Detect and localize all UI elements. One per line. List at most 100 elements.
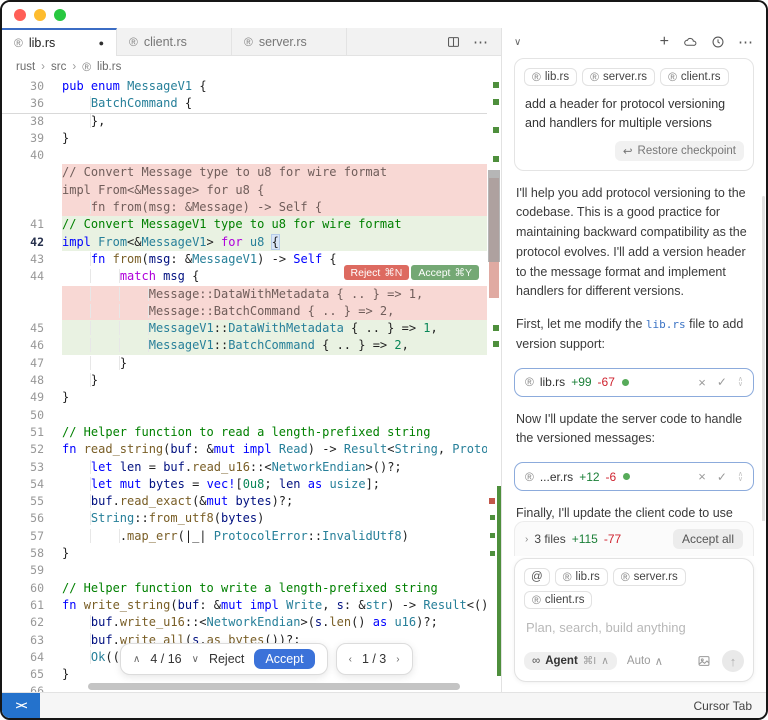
- rust-file-icon: ®: [563, 571, 572, 583]
- zoom-window-button[interactable]: [54, 9, 66, 21]
- chevron-right-icon: ›: [72, 61, 76, 73]
- collapse-chat-icon[interactable]: ∨: [514, 37, 521, 48]
- model-selector[interactable]: Auto ∧: [627, 654, 663, 668]
- close-window-button[interactable]: [14, 9, 26, 21]
- expand-collapse-icon[interactable]: ∧∨: [738, 472, 743, 482]
- file-chip[interactable]: ®server.rs: [582, 68, 655, 86]
- reject-all-button[interactable]: Reject: [209, 652, 244, 666]
- accept-change-button[interactable]: Accept⌘Y: [411, 265, 479, 280]
- agent-mode-selector[interactable]: ∞ Agent ⌘I ∧: [524, 652, 617, 670]
- status-dot-icon: [622, 379, 629, 386]
- chevron-down-icon[interactable]: ∨: [192, 654, 199, 665]
- modified-dot-icon[interactable]: ●: [99, 38, 104, 48]
- reject-file-icon[interactable]: ×: [698, 469, 706, 484]
- pager-left-icon[interactable]: ‹: [349, 654, 352, 665]
- code-line: impl From<&Message> for u8 {: [2, 182, 487, 199]
- split-editor-icon[interactable]: [446, 35, 461, 49]
- new-chat-icon[interactable]: +: [660, 34, 669, 50]
- rust-file-icon: ®: [525, 376, 534, 388]
- code-line: 62 buf.write_u16::<NetworkEndian>(s.len(…: [2, 614, 487, 631]
- send-button[interactable]: ↑: [722, 650, 744, 672]
- code-line: 47 }: [2, 355, 487, 372]
- breadcrumb-dir[interactable]: src: [51, 61, 66, 73]
- cloud-icon[interactable]: [682, 35, 698, 49]
- cursor-tab-status[interactable]: Cursor Tab: [694, 699, 766, 713]
- user-chips: ®lib.rs ®server.rs ®client.rs: [524, 68, 744, 86]
- user-prompt-text: add a header for protocol versioning and…: [525, 95, 743, 133]
- file-chip[interactable]: ®lib.rs: [555, 568, 608, 586]
- breadcrumb-file[interactable]: lib.rs: [97, 61, 121, 73]
- code-line: 46 MessageV1::BatchCommand { .. } => 2,: [2, 337, 487, 354]
- tab-lib-rs[interactable]: ® lib.rs ●: [2, 28, 117, 56]
- file-chip[interactable]: ®lib.rs: [524, 68, 577, 86]
- tab-server-rs[interactable]: ® server.rs: [232, 28, 347, 55]
- chevron-up-icon[interactable]: ∧: [133, 654, 140, 665]
- tab-label: server.rs: [259, 35, 307, 49]
- overview-ruler[interactable]: [487, 78, 501, 692]
- rust-file-icon: ®: [590, 71, 599, 83]
- rust-file-icon: ®: [532, 594, 541, 606]
- tab-label: client.rs: [144, 35, 187, 49]
- expand-files-icon[interactable]: ›: [525, 534, 528, 545]
- reject-change-button[interactable]: Reject⌘N: [344, 265, 410, 280]
- code-line: 57 .map_err(|_| ProtocolError::InvalidUt…: [2, 528, 487, 545]
- code-line: 45 MessageV1::DataWithMetadata { .. } =>…: [2, 320, 487, 337]
- add-context-button[interactable]: @: [524, 568, 550, 586]
- history-icon[interactable]: [711, 35, 725, 49]
- diff-marker: [493, 156, 499, 162]
- file-chip[interactable]: ®client.rs: [524, 591, 592, 609]
- tab-client-rs[interactable]: ® client.rs: [117, 28, 232, 55]
- file-name: lib.rs: [540, 375, 565, 389]
- file-diff-card-lib[interactable]: ® lib.rs +99 -67 × ✓ ∧∨: [514, 368, 754, 397]
- assistant-paragraph: Finally, I'll update the client code to …: [516, 504, 752, 521]
- code-line: 52fn read_string(buf: &mut impl Read) ->…: [2, 441, 487, 458]
- diff-marker: [493, 325, 499, 331]
- lines-added: +99: [571, 375, 591, 389]
- breadcrumb[interactable]: rust › src › ® lib.rs: [2, 56, 501, 78]
- accept-all-button[interactable]: Accept all: [673, 529, 743, 549]
- accept-file-icon[interactable]: ✓: [717, 375, 727, 389]
- code-line: // Convert Message type to u8 for wire f…: [2, 164, 487, 181]
- chat-input-box[interactable]: @ ®lib.rs ®server.rs ®client.rs Plan, sear…: [514, 558, 754, 682]
- code-line: 55 buf.read_exact(&mut bytes)?;: [2, 493, 487, 510]
- reject-file-icon[interactable]: ×: [698, 375, 706, 390]
- file-chip[interactable]: ®server.rs: [613, 568, 686, 586]
- chevron-up-icon: ∧: [655, 654, 663, 668]
- lines-removed: -6: [606, 470, 617, 484]
- code-editor[interactable]: 30pub enum MessageV1 {36 BatchCommand {3…: [2, 78, 501, 692]
- accept-file-icon[interactable]: ✓: [717, 470, 727, 484]
- remote-indicator-icon[interactable]: ><: [2, 693, 40, 718]
- lines-added: +12: [579, 470, 599, 484]
- diff-marker: [493, 341, 499, 347]
- assistant-paragraph: I'll help you add protocol versioning to…: [516, 184, 752, 303]
- attach-image-icon[interactable]: [696, 654, 712, 668]
- chat-more-actions-icon[interactable]: ⋯: [738, 33, 754, 51]
- expand-collapse-icon[interactable]: ∧∨: [738, 377, 743, 387]
- code-line: 36 BatchCommand {: [2, 95, 487, 112]
- minimize-window-button[interactable]: [34, 9, 46, 21]
- file-pager: 1 / 3: [362, 652, 386, 666]
- chat-scrollbar[interactable]: [762, 196, 765, 521]
- restore-checkpoint-button[interactable]: ↩ Restore checkpoint: [615, 141, 744, 161]
- breadcrumb-root[interactable]: rust: [16, 61, 35, 73]
- code-line: 49}: [2, 389, 487, 406]
- accept-button[interactable]: Accept: [254, 649, 314, 669]
- pager-right-icon[interactable]: ›: [396, 654, 399, 665]
- chat-input-placeholder[interactable]: Plan, search, build anything: [526, 620, 742, 635]
- file-diff-card-server[interactable]: ® ...er.rs +12 -6 × ✓ ∧∨: [514, 462, 754, 491]
- rust-file-icon: ®: [129, 36, 138, 48]
- code-line: 61fn write_string(buf: &mut impl Write, …: [2, 597, 487, 614]
- editor-more-actions-icon[interactable]: ⋯: [473, 33, 489, 51]
- horizontal-scrollbar[interactable]: [88, 683, 460, 690]
- file-chip[interactable]: ®client.rs: [660, 68, 728, 86]
- main-split: ® lib.rs ● ® client.rs ® server.rs ⋯: [2, 28, 766, 692]
- code-line: 42impl From<&MessageV1> for u8 {: [2, 234, 487, 251]
- changes-summary-bar: › 3 files +115 -77 Accept all: [514, 521, 754, 556]
- user-message-card: ®lib.rs ®server.rs ®client.rs add a header…: [514, 58, 754, 171]
- scrollbar-thumb[interactable]: [488, 170, 500, 262]
- rust-file-icon: ®: [668, 71, 677, 83]
- rust-file-icon: ®: [82, 61, 91, 73]
- file-name: ...er.rs: [540, 470, 573, 484]
- rust-file-icon: ®: [14, 37, 23, 49]
- input-chips-row: @ ®lib.rs ®server.rs ®client.rs: [524, 568, 744, 609]
